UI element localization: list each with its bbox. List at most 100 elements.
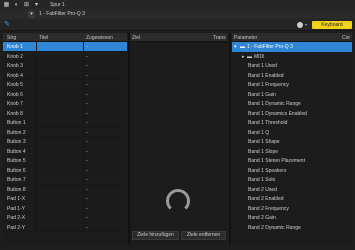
table-row[interactable]: Button 5 - (3, 156, 127, 166)
row-assigned: - (86, 91, 88, 98)
column-separator (36, 203, 37, 212)
tree-item[interactable]: Band 1 Used (232, 61, 352, 71)
chevron-down-icon[interactable]: ▾ (305, 22, 310, 28)
row-control-name: Pad 1-Y (7, 205, 26, 212)
tree-folder-midi[interactable]: ▸ ▬ MIDI (232, 52, 352, 62)
instrument-bar: ▾ 1 - FabFilter Pro-Q 3 (0, 9, 355, 19)
column-separator (36, 156, 37, 165)
column-separator (36, 194, 37, 203)
table-row[interactable]: Button 7 - (3, 175, 127, 185)
remove-targets-button[interactable]: Ziele entfernen (181, 231, 226, 240)
column-separator (83, 99, 84, 108)
column-header[interactable]: Cor (342, 35, 350, 41)
tree-item[interactable]: Band 2 Dynamic Range (232, 223, 352, 233)
column-separator (36, 213, 37, 222)
row-control-name: Button 5 (7, 158, 26, 164)
tree-item-label: Band 1 Enabled (248, 72, 284, 79)
table-row[interactable]: Knob 4 - (3, 70, 127, 80)
column-separator (83, 165, 84, 174)
table-row[interactable]: Knob 3 - (3, 61, 127, 71)
tree-item[interactable]: Band 2 Enabled (232, 194, 352, 204)
instrument-name[interactable]: 1 - FabFilter Pro-Q 3 (39, 11, 85, 17)
row-control-name: Button 1 (7, 120, 26, 126)
lock-icon[interactable]: ⊞ (23, 1, 30, 8)
tree-item[interactable]: Band 1 Dynamics Enabled (232, 109, 352, 119)
row-control-name: Pad 1-X (7, 196, 26, 202)
row-assigned: - (86, 129, 88, 136)
tree-item[interactable]: Band 1 Speakers (232, 166, 352, 176)
row-control-name: Knob 1 (7, 44, 23, 50)
table-row[interactable]: Knob 1 - (3, 42, 127, 52)
row-control-name: Button 3 (7, 139, 26, 145)
table-row[interactable]: Knob 6 - (3, 89, 127, 99)
table-row[interactable]: Button 3 - (3, 137, 127, 147)
tree-item[interactable]: Band 2 Used (232, 185, 352, 195)
tree-item[interactable]: Band 2 Gain (232, 213, 352, 223)
tree-item[interactable]: Band 1 Dynamic Range (232, 99, 352, 109)
chevron-down-icon[interactable]: ▾ (33, 1, 40, 8)
row-control-name: Button 2 (7, 129, 26, 136)
tree-item[interactable]: Band 1 Slope (232, 147, 352, 157)
table-row[interactable]: Knob 5 - (3, 80, 127, 90)
moon-icon[interactable]: ◐ (13, 1, 20, 8)
grid-icon[interactable]: ▦ (3, 1, 10, 8)
row-assigned: - (86, 63, 88, 69)
column-separator (36, 42, 37, 51)
column-separator (83, 127, 84, 136)
table-row[interactable]: Button 6 - (3, 165, 127, 175)
add-targets-button[interactable]: Ziele hinzufügen (132, 231, 179, 240)
table-row[interactable]: Pad 2-X - (3, 213, 127, 223)
tree-item-label: Band 1 Solo (248, 177, 276, 183)
chevron-down-icon[interactable]: ▾ (28, 10, 35, 18)
tree-item-label: Band 1 Dynamics Enabled (248, 110, 307, 117)
tree-root[interactable]: ▾ ▬ 1 - FabFilter Pro-Q 3 (232, 42, 352, 52)
table-row[interactable]: Knob 8 - (3, 108, 127, 118)
table-row[interactable]: Pad 1-X - (3, 194, 127, 204)
column-header[interactable]: Parameter (234, 35, 257, 41)
table-row[interactable]: Pad 1-Y - (3, 203, 127, 213)
tree-item-label: Band 1 Stereo Placement (248, 158, 305, 164)
table-row[interactable]: Knob 7 - (3, 99, 127, 109)
column-separator (83, 175, 84, 184)
tree-item[interactable]: Band 1 Solo (232, 175, 352, 185)
table-row[interactable]: Button 4 - (3, 146, 127, 156)
expand-icon[interactable]: ▾ (234, 44, 237, 50)
column-header[interactable]: Trans (213, 35, 226, 41)
tree-item[interactable]: Band 1 Threshold (232, 118, 352, 128)
row-assigned: - (86, 167, 88, 174)
column-separator (83, 222, 84, 231)
tree-item-label: Band 1 Speakers (248, 167, 287, 174)
tree-item[interactable]: Band 1 Stereo Placement (232, 156, 352, 166)
tree-item-label: Band 1 Shape (248, 139, 280, 145)
column-header[interactable]: Zugewiesen (86, 35, 113, 41)
tree-item[interactable]: Band 1 Frequency (232, 80, 352, 90)
table-row[interactable]: Button 8 - (3, 184, 127, 194)
track-name[interactable]: Spur 1 (50, 2, 65, 8)
column-separator (36, 146, 37, 155)
row-assigned: - (86, 177, 88, 183)
tree-item[interactable]: Band 1 Gain (232, 90, 352, 100)
parameter-tree: Parameter Cor ▾ ▬ 1 - FabFilter Pro-Q 3 … (232, 33, 352, 245)
wrench-icon[interactable]: ✎ (4, 21, 11, 28)
table-header: Parameter Cor (232, 33, 352, 42)
column-header[interactable]: Strg (7, 35, 16, 41)
tree-item-label: Band 1 Slope (248, 148, 279, 155)
tree-item-label: Band 1 Threshold (248, 120, 288, 126)
table-row[interactable]: Button 2 - (3, 127, 127, 137)
column-header[interactable]: Titel (39, 35, 48, 41)
tree-item[interactable]: Band 2 Frequency (232, 204, 352, 214)
expand-icon[interactable]: ▸ (242, 54, 245, 60)
row-control-name: Knob 4 (7, 72, 23, 79)
table-row[interactable]: Knob 2 - (3, 51, 127, 61)
row-assigned: - (86, 44, 88, 50)
tree-item[interactable]: Band 1 Q (232, 128, 352, 138)
column-separator (36, 184, 37, 193)
column-header[interactable]: Ziel (132, 35, 140, 41)
keyboard-button[interactable]: Keyboard (312, 21, 352, 29)
table-row[interactable]: Pad 2-Y - (3, 222, 127, 232)
column-separator (83, 70, 84, 79)
tree-item[interactable]: Band 1 Enabled (232, 71, 352, 81)
table-row[interactable]: Button 1 - (3, 118, 127, 128)
tree-item[interactable]: Band 1 Shape (232, 137, 352, 147)
gear-icon[interactable] (297, 22, 303, 28)
